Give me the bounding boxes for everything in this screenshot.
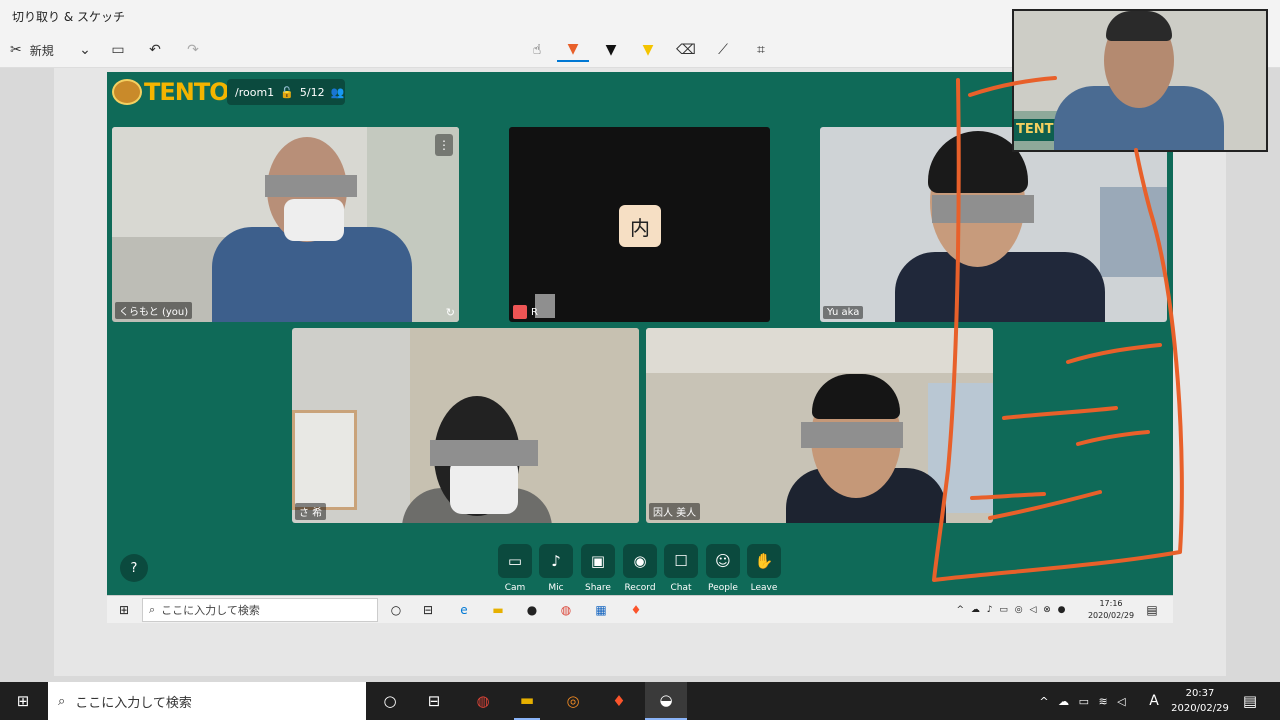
chevron-down-icon[interactable]: ⌄ xyxy=(76,38,94,62)
chat-button[interactable]: ☐ Chat xyxy=(664,544,698,593)
brave-icon: ♦ xyxy=(630,603,642,617)
windows-start-icon[interactable]: ⊞ xyxy=(10,682,36,720)
inner-search-box: ⌕ ここに入力して検索 xyxy=(142,598,378,622)
blender-icon[interactable]: ◎ xyxy=(560,682,586,720)
search-icon: ⌕ xyxy=(58,693,66,709)
app-icon: ● xyxy=(526,603,538,617)
desktop: 切り取り & スケッチ ✂ 新規 ⌄ ▭ ↶ ↷ ☝ ▼ ▼ ▼ ⌫ ⟋ ⌗ T… xyxy=(0,0,1280,720)
new-snip-label: 新規 xyxy=(29,43,54,58)
snip-icon: ✂ xyxy=(10,42,22,58)
tento-logo: TENTO xyxy=(112,78,230,106)
censor-bar xyxy=(265,175,357,197)
tile-name: さ 希 xyxy=(295,503,327,520)
presenter-camera-overlay: TENTO xyxy=(1012,9,1268,152)
folder-icon[interactable]: ▭ xyxy=(108,38,128,62)
chrome-icon[interactable]: ◍ xyxy=(470,682,496,720)
ballpoint-pen-icon[interactable]: ▼ xyxy=(557,38,589,62)
meeting-screenshot: TENTO /room1 🔓 5/12 👥 ⋮ ↻ くらもと (you) 内 R… xyxy=(107,72,1173,622)
undo-icon[interactable]: ↶ xyxy=(145,38,165,62)
screen-share-icon: ▣ xyxy=(581,544,615,578)
ime-indicator[interactable]: A xyxy=(1144,682,1164,720)
windows-start-icon: ⊞ xyxy=(118,603,130,617)
touch-writing-icon[interactable]: ☝ xyxy=(527,38,547,62)
monkey-logo-icon xyxy=(112,79,142,105)
participant-count: 5/12 xyxy=(299,85,325,99)
record-icon: ◉ xyxy=(623,544,657,578)
window-title: 切り取り & スケッチ xyxy=(12,10,125,24)
eraser-icon[interactable]: ⌫ xyxy=(676,38,696,62)
pencil-icon[interactable]: ▼ xyxy=(601,38,621,62)
inner-windows-taskbar: ⊞ ⌕ ここに入力して検索 ○ ⊟ e ▬ ● ◍ ▦ ♦ ^ ☁ ♪ ▭ ◎ … xyxy=(107,595,1173,623)
inner-date: 2020/02/29 xyxy=(1087,611,1135,620)
chrome-icon: ◍ xyxy=(560,603,572,617)
taskbar-date: 2020/02/29 xyxy=(1171,703,1229,714)
censor-bar xyxy=(932,195,1034,223)
taskbar-search-box[interactable]: ⌕ ここに入力して検索 xyxy=(48,682,366,720)
tile-name: くらもと (you) xyxy=(115,302,193,319)
help-button[interactable]: ? xyxy=(120,554,148,582)
avatar: 内 xyxy=(619,205,661,247)
control-label: Leave xyxy=(750,583,778,593)
brave-icon[interactable]: ♦ xyxy=(606,682,632,720)
leave-button[interactable]: ✋ Leave xyxy=(747,544,781,593)
hand-wave-icon: ✋ xyxy=(747,544,781,578)
task-view-icon: ⊟ xyxy=(422,603,434,617)
inner-time: 17:16 xyxy=(1099,599,1123,608)
system-tray-icons[interactable]: ^ ☁ ▭ ≋ ◁ xyxy=(1034,682,1134,720)
room-path: /room1 xyxy=(235,85,275,99)
video-tile-5[interactable]: 因人 美人 xyxy=(646,328,993,523)
chat-icon: ☐ xyxy=(664,544,698,578)
tile-name: R xyxy=(531,307,538,318)
video-tile-audio-only[interactable]: 内 R xyxy=(509,127,770,322)
tray-icons: ^ ☁ ♪ ▭ ◎ ◁ ⊗ ● xyxy=(956,605,1068,615)
muted-mic-icon xyxy=(513,305,527,319)
censor-bar xyxy=(535,294,555,318)
more-options-icon[interactable]: ⋮ xyxy=(435,134,453,156)
microphone-icon: ♪ xyxy=(539,544,573,578)
censor-bar xyxy=(801,422,903,448)
video-tile-4[interactable]: さ 希 xyxy=(292,328,639,523)
app-icon: ▦ xyxy=(595,603,607,617)
video-tile-self[interactable]: ⋮ ↻ くらもと (you) xyxy=(112,127,459,322)
highlighter-icon[interactable]: ▼ xyxy=(638,38,658,62)
people-button[interactable]: ☺ People xyxy=(706,544,740,593)
unlock-icon: 🔓 xyxy=(280,85,294,99)
cam-button[interactable]: ▭ Cam xyxy=(498,544,532,593)
windows-taskbar: ⊞ ⌕ ここに入力して検索 ○ ⊟ ◍ ▬ ◎ ♦ ◒ ^ ☁ ▭ ≋ ◁ A … xyxy=(0,682,1280,720)
snip-sketch-icon[interactable]: ◒ xyxy=(645,682,687,720)
camera-icon: ▭ xyxy=(498,544,532,578)
censor-bar xyxy=(430,440,538,466)
share-button[interactable]: ▣ Share xyxy=(581,544,615,593)
mic-button[interactable]: ♪ Mic xyxy=(539,544,573,593)
taskbar-search-text: ここに入力して検索 xyxy=(75,695,192,711)
rotate-camera-icon[interactable]: ↻ xyxy=(446,306,455,319)
file-explorer-icon[interactable]: ▬ xyxy=(514,682,540,720)
cortana-icon: ○ xyxy=(390,603,402,617)
task-view-icon[interactable]: ⊟ xyxy=(422,682,446,720)
clock[interactable]: 20:37 2020/02/29 xyxy=(1170,686,1230,716)
search-icon: ⌕ xyxy=(149,603,156,616)
logo-text: TENTO xyxy=(144,78,230,106)
record-button[interactable]: ◉ Record xyxy=(623,544,657,593)
tile-name: 因人 美人 xyxy=(649,503,701,520)
inner-search-text: ここに入力して検索 xyxy=(161,604,260,617)
video-tile-3[interactable]: Yu aka xyxy=(820,127,1167,322)
edge-icon: e xyxy=(460,603,468,617)
room-info-bar[interactable]: /room1 🔓 5/12 👥 xyxy=(227,79,345,105)
people-icon: 👥 xyxy=(330,85,345,99)
people-icon: ☺ xyxy=(706,544,740,578)
inner-clock: 17:16 2020/02/29 xyxy=(1083,598,1139,622)
cortana-icon[interactable]: ○ xyxy=(378,682,402,720)
notification-icon: ▤ xyxy=(1146,603,1158,617)
tile-name: Yu aka xyxy=(823,306,864,319)
new-snip-button[interactable]: ✂ 新規 xyxy=(10,38,80,62)
taskbar-time: 20:37 xyxy=(1185,688,1215,699)
action-center-icon[interactable]: ▤ xyxy=(1238,682,1262,720)
ruler-icon[interactable]: ⟋ xyxy=(713,38,733,62)
explorer-icon: ▬ xyxy=(492,603,504,617)
crop-icon[interactable]: ⌗ xyxy=(751,38,771,62)
redo-icon[interactable]: ↷ xyxy=(183,38,203,62)
